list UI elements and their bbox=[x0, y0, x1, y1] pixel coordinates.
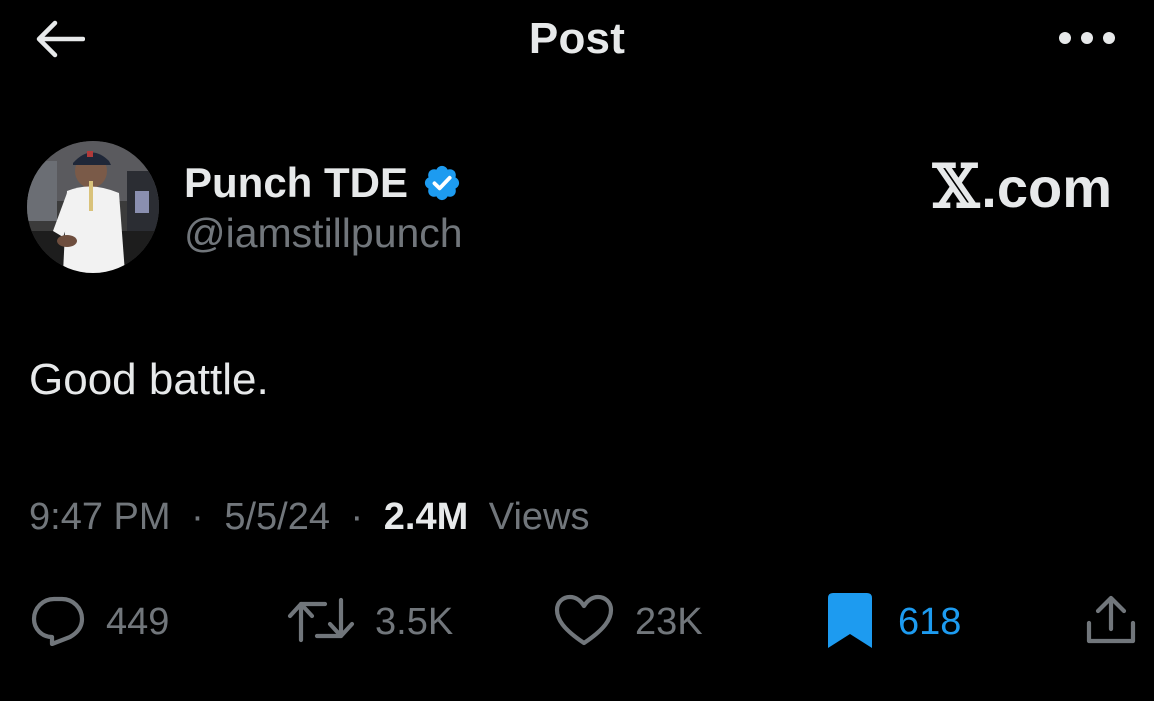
repost-button[interactable]: 3.5K bbox=[287, 585, 453, 660]
post-text: Good battle. bbox=[29, 355, 269, 404]
bookmark-filled-icon bbox=[822, 590, 878, 655]
share-icon bbox=[1084, 593, 1138, 652]
x-com-watermark: 𝕏 .com bbox=[933, 152, 1112, 222]
author-name-row[interactable]: Punch TDE bbox=[184, 155, 462, 211]
bookmark-button[interactable]: 618 bbox=[822, 585, 961, 660]
verified-badge-icon bbox=[422, 163, 462, 203]
share-button[interactable] bbox=[1084, 585, 1138, 660]
avatar-photo bbox=[27, 141, 159, 273]
top-bar: Post bbox=[0, 0, 1154, 82]
display-name: Punch TDE bbox=[184, 159, 409, 206]
views-label[interactable]: Views bbox=[489, 496, 590, 538]
reply-count: 449 bbox=[106, 601, 170, 643]
x-logo-icon: 𝕏 bbox=[932, 152, 980, 222]
post-date[interactable]: 5/5/24 bbox=[224, 496, 330, 538]
post-meta: 9:47 PM · 5/5/24 · 2.4M Views bbox=[29, 496, 589, 539]
avatar[interactable] bbox=[27, 141, 159, 273]
meta-separator: · bbox=[191, 496, 204, 538]
page-title: Post bbox=[528, 14, 626, 63]
repost-icon bbox=[287, 594, 355, 651]
action-bar: 449 3.5K 23K 618 bbox=[0, 585, 1154, 660]
ellipsis-horizontal-icon bbox=[1057, 30, 1117, 51]
reply-icon bbox=[30, 594, 86, 651]
more-options-button[interactable] bbox=[1052, 20, 1122, 60]
reply-button[interactable]: 449 bbox=[30, 585, 169, 660]
meta-separator: · bbox=[350, 496, 364, 538]
heart-icon bbox=[553, 593, 615, 652]
like-button[interactable]: 23K bbox=[553, 585, 703, 660]
post-time[interactable]: 9:47 PM bbox=[29, 496, 171, 538]
bookmark-count: 618 bbox=[898, 601, 962, 643]
author-handle[interactable]: @iamstillpunch bbox=[184, 210, 463, 257]
like-count: 23K bbox=[635, 601, 703, 643]
views-count[interactable]: 2.4M bbox=[384, 496, 468, 538]
watermark-domain: .com bbox=[981, 155, 1112, 219]
repost-count: 3.5K bbox=[375, 601, 454, 643]
